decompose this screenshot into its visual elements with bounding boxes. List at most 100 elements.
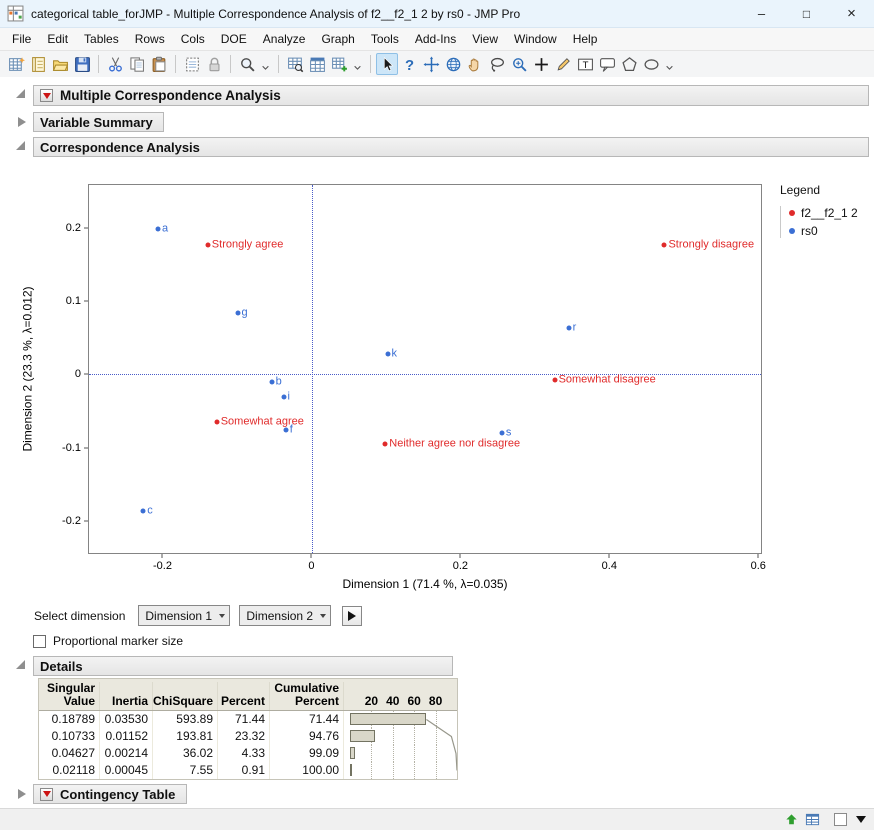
legend-item-rs0[interactable]: rs0	[789, 224, 858, 238]
point-i[interactable]	[281, 394, 287, 400]
toolbar-overflow-icon[interactable]	[663, 54, 676, 74]
point-a[interactable]	[155, 226, 161, 232]
magnifier-icon[interactable]	[236, 53, 258, 75]
variable-summary-header[interactable]: Variable Summary	[33, 112, 164, 132]
toolbar-overflow-icon[interactable]	[259, 54, 272, 74]
maximize-button[interactable]: □	[784, 0, 829, 27]
menu-tables[interactable]: Tables	[76, 29, 127, 49]
details-gridline	[414, 762, 416, 779]
lasso-icon[interactable]	[486, 53, 508, 75]
point-g[interactable]	[235, 310, 240, 316]
contingency-red-triangle-menu-icon[interactable]	[40, 787, 53, 801]
y-tick	[84, 373, 88, 375]
paste-icon[interactable]	[148, 53, 170, 75]
copy-selection-icon[interactable]	[181, 53, 203, 75]
window-state-box[interactable]	[834, 813, 847, 826]
menu-edit[interactable]: Edit	[39, 29, 76, 49]
table-window-icon[interactable]	[306, 53, 328, 75]
disclosure-details-icon[interactable]	[16, 660, 25, 669]
callout-icon[interactable]	[596, 53, 618, 75]
new-journal-icon[interactable]	[27, 53, 49, 75]
new-data-table-icon[interactable]	[5, 53, 27, 75]
minimize-button[interactable]: –	[739, 0, 784, 27]
window-list-caret-icon[interactable]	[856, 816, 866, 823]
details-header[interactable]: Details	[33, 656, 453, 676]
point-strongly-agree[interactable]	[205, 242, 211, 248]
dimension2-select[interactable]: Dimension 2	[239, 605, 332, 626]
svg-text:?: ?	[404, 57, 413, 72]
menu-window[interactable]: Window	[506, 29, 565, 49]
cut-icon[interactable]	[104, 53, 126, 75]
mca-header[interactable]: Multiple Correspondence Analysis	[33, 85, 869, 106]
legend-label: f2__f2_1 2	[801, 206, 858, 220]
disclosure-contingency-icon[interactable]	[18, 789, 26, 799]
toolbar-overflow-icon[interactable]	[351, 54, 364, 74]
point-b[interactable]	[269, 379, 275, 385]
y-tick-label: -0.1	[62, 441, 81, 454]
point-neither-agree-nor-disagree[interactable]	[382, 441, 388, 447]
contingency-header[interactable]: Contingency Table	[33, 784, 187, 804]
details-cell: 100.00	[270, 762, 344, 779]
menu-rows[interactable]: Rows	[127, 29, 173, 49]
status-table-icon[interactable]	[805, 812, 820, 827]
toolbar: ? T	[0, 51, 874, 78]
menu-add-ins[interactable]: Add-Ins	[407, 29, 464, 49]
table-search-icon[interactable]	[284, 53, 306, 75]
point-r[interactable]	[566, 325, 572, 331]
point-somewhat-agree[interactable]	[214, 419, 220, 425]
menu-doe[interactable]: DOE	[213, 29, 255, 49]
menu-tools[interactable]: Tools	[363, 29, 407, 49]
polygon-icon[interactable]	[618, 53, 640, 75]
menu-file[interactable]: File	[4, 29, 39, 49]
mca-red-triangle-menu-icon[interactable]	[40, 89, 53, 102]
menu-help[interactable]: Help	[565, 29, 606, 49]
point-somewhat-disagree[interactable]	[552, 377, 558, 383]
globe-icon[interactable]	[442, 53, 464, 75]
legend-item-f2-f2-1-2[interactable]: f2__f2_1 2	[789, 206, 858, 220]
details-cell: 71.44	[270, 711, 344, 728]
arrow-icon[interactable]	[376, 53, 398, 75]
details-cell: 71.44	[218, 711, 270, 728]
details-gridline	[435, 745, 437, 762]
pencil-icon[interactable]	[552, 53, 574, 75]
copy-icon[interactable]	[126, 53, 148, 75]
close-button[interactable]: ×	[829, 0, 874, 27]
details-cell: 4.33	[218, 745, 270, 762]
text-box-icon[interactable]: T	[574, 53, 596, 75]
next-dimension-button[interactable]	[342, 605, 363, 626]
point-strongly-disagree[interactable]	[661, 242, 667, 248]
menu-cols[interactable]: Cols	[173, 29, 213, 49]
disclosure-variable-summary-icon[interactable]	[18, 117, 26, 127]
correspondence-header[interactable]: Correspondence Analysis	[33, 137, 869, 157]
proportional-marker-checkbox[interactable]	[33, 634, 46, 648]
x-tick	[608, 554, 610, 558]
dimension1-select[interactable]: Dimension 1	[138, 605, 231, 626]
y-tick	[84, 227, 88, 229]
save-icon[interactable]	[71, 53, 93, 75]
plus-icon[interactable]	[530, 53, 552, 75]
details-cell: 94.76	[270, 728, 344, 745]
legend-marker-icon	[789, 228, 795, 234]
details-gridline	[392, 745, 394, 762]
y-tick-label: 0	[74, 368, 81, 381]
details-table-body: 0.18789 0.03530 593.89 71.44 71.44 0.10733 0.0…	[39, 711, 457, 779]
menu-view[interactable]: View	[464, 29, 506, 49]
crosshair-icon[interactable]	[420, 53, 442, 75]
point-s[interactable]	[499, 430, 505, 436]
point-c[interactable]	[140, 508, 146, 514]
table-add-icon[interactable]	[328, 53, 350, 75]
point-k[interactable]	[385, 351, 390, 357]
oval-icon[interactable]	[640, 53, 662, 75]
zoom-icon[interactable]	[508, 53, 530, 75]
menu-analyze[interactable]: Analyze	[255, 29, 314, 49]
status-home-icon[interactable]	[784, 812, 799, 827]
disclosure-mca-icon[interactable]	[16, 89, 25, 98]
point-f[interactable]	[283, 427, 289, 433]
lock-icon[interactable]	[203, 53, 225, 75]
disclosure-correspondence-icon[interactable]	[16, 141, 25, 150]
help-icon[interactable]: ?	[398, 53, 420, 75]
menu-graph[interactable]: Graph	[313, 29, 362, 49]
open-icon[interactable]	[49, 53, 71, 75]
hand-icon[interactable]	[464, 53, 486, 75]
correspondence-plot[interactable]: Strongly agree Strongly disagree Somewhat …	[88, 184, 762, 554]
